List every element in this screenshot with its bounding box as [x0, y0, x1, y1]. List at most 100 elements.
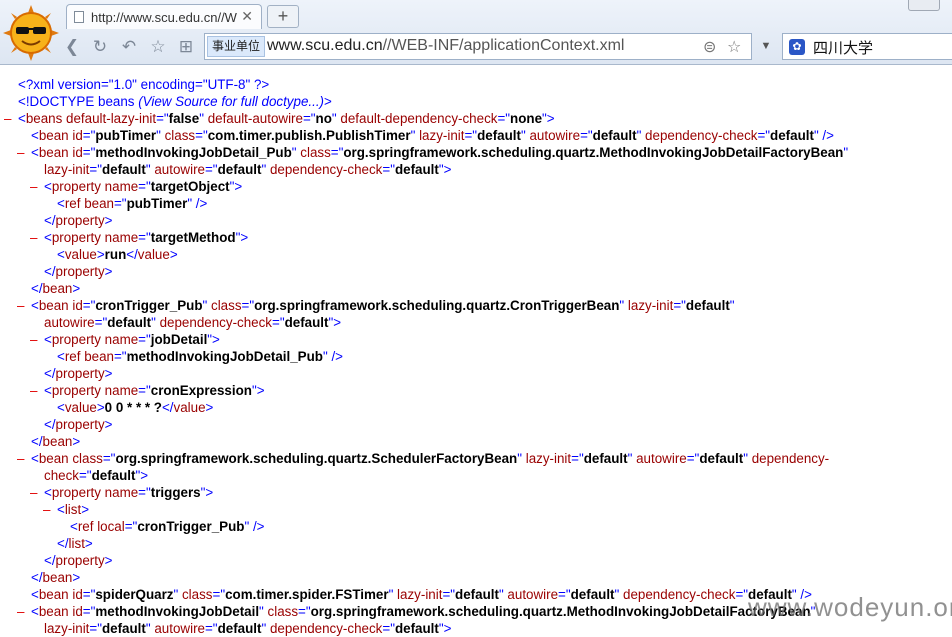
xml-token: < — [44, 485, 52, 500]
xml-token: </ — [44, 213, 56, 228]
xml-token: class — [296, 145, 331, 160]
xml-line: <bean id="pubTimer" class="com.timer.pub… — [31, 127, 834, 144]
xml-line: <ref local="cronTrigger_Pub" /> — [70, 518, 264, 535]
xml-token: default — [394, 162, 439, 177]
xml-token: property — [55, 366, 105, 381]
xml-token: < — [70, 519, 78, 534]
search-input[interactable]: 四川大学 — [813, 37, 873, 58]
xml-token: list — [68, 536, 85, 551]
xml-token: default-autowire — [203, 111, 303, 126]
bookmark-star-icon[interactable]: ☆ — [727, 37, 741, 57]
collapse-toggle[interactable]: – — [43, 501, 50, 518]
menu-icon[interactable] — [908, 0, 940, 11]
collapse-toggle[interactable]: – — [30, 382, 37, 399]
xml-token: dependency-check — [266, 162, 383, 177]
xml-token: =" — [195, 128, 208, 143]
xml-token: =" — [82, 604, 96, 619]
xml-token: </ — [44, 417, 56, 432]
xml-token: < — [31, 451, 39, 466]
compat-mode-icon[interactable]: ⊜ — [703, 37, 716, 57]
xml-token: dependency-check — [155, 315, 273, 330]
xml-token: <?xml version="1.0" encoding="UTF-8" ?> — [18, 77, 270, 92]
apps-grid-icon[interactable]: ⊞ — [176, 37, 196, 57]
xml-token: run — [104, 247, 127, 262]
xml-line: – <property name="cronExpression"> — [30, 382, 265, 399]
xml-token: < — [57, 196, 65, 211]
xml-token: cronTrigger_Pub — [137, 519, 245, 534]
xml-token: bean — [42, 434, 73, 449]
favorite-star-icon[interactable]: ☆ — [148, 37, 168, 57]
xml-token: methodInvokingJobDetail_Pub — [95, 145, 292, 160]
xml-token: =" — [113, 349, 127, 364]
xml-line: </bean> — [31, 433, 80, 450]
xml-token: =" — [138, 332, 151, 347]
xml-token: > — [104, 553, 113, 568]
xml-token: id — [68, 587, 83, 602]
xml-token: autowire — [525, 128, 581, 143]
xml-token: value — [64, 400, 97, 415]
tab-close-icon[interactable]: ✕ — [241, 8, 253, 25]
xml-line: <!DOCTYPE beans (View Source for full do… — [18, 93, 332, 110]
xml-token: "> — [438, 162, 452, 177]
xml-token: bean — [42, 281, 73, 296]
address-bar[interactable]: 事业单位 www.scu.edu.cn//WEB-INF/application… — [204, 33, 752, 60]
collapse-toggle[interactable]: – — [17, 603, 24, 620]
xml-token: =" — [204, 162, 218, 177]
url-path: //WEB-INF/applicationContext.xml — [382, 37, 625, 54]
xml-line: </property> — [44, 263, 113, 280]
xml-token: =" — [138, 383, 151, 398]
address-dropdown-icon[interactable]: ▼ — [756, 33, 776, 60]
xml-token: default-dependency-check — [336, 111, 498, 126]
reload-icon[interactable]: ↻ — [90, 37, 110, 57]
collapse-toggle[interactable]: – — [4, 110, 11, 127]
collapse-toggle[interactable]: – — [30, 229, 37, 246]
xml-token: "> — [328, 315, 342, 330]
xml-token: dependency-check — [619, 587, 736, 602]
collapse-toggle[interactable]: – — [17, 297, 24, 314]
undo-icon[interactable]: ↶ — [119, 37, 139, 57]
xml-token: < — [57, 247, 65, 262]
xml-token: false — [168, 111, 200, 126]
xml-token: lazy-init — [44, 621, 90, 636]
browser-tab[interactable]: http://www.scu.edu.cn//W ✕ — [66, 4, 262, 29]
xml-line: – <property name="targetObject"> — [30, 178, 242, 195]
xml-token: =" — [735, 587, 749, 602]
collapse-toggle[interactable]: – — [30, 331, 37, 348]
xml-token: > — [72, 570, 81, 585]
xml-token: =" — [241, 298, 255, 313]
xml-line: – <property name="jobDetail"> — [30, 331, 220, 348]
collapse-toggle[interactable]: – — [30, 484, 37, 501]
back-icon[interactable]: ❮ — [62, 37, 82, 57]
xml-token: =" — [82, 298, 96, 313]
collapse-toggle[interactable]: – — [30, 178, 37, 195]
xml-token: < — [57, 502, 65, 517]
xml-token: default — [217, 162, 262, 177]
xml-token: com.timer.publish.PublishTimer — [207, 128, 411, 143]
url-text[interactable]: www.scu.edu.cn//WEB-INF/applicationConte… — [267, 37, 624, 55]
collapse-toggle[interactable]: – — [17, 450, 24, 467]
xml-token: > — [104, 213, 113, 228]
xml-token: property — [55, 213, 105, 228]
xml-token: =" — [82, 587, 96, 602]
xml-token: com.timer.spider.FSTimer — [225, 587, 389, 602]
xml-token: > — [324, 94, 332, 109]
xml-token: property — [55, 553, 105, 568]
search-box[interactable]: ✿ 四川大学 — [782, 33, 952, 60]
new-tab-button[interactable]: + — [267, 5, 299, 28]
xml-line: <ref bean="pubTimer" /> — [57, 195, 207, 212]
xml-token: < — [44, 179, 52, 194]
xml-token: autowire — [632, 451, 687, 466]
xml-token: default — [101, 621, 146, 636]
xml-line: </property> — [44, 212, 113, 229]
xml-token: =" — [686, 451, 700, 466]
url-host: www.scu.edu.cn — [267, 37, 383, 54]
xml-token: " — [729, 298, 735, 313]
collapse-toggle[interactable]: – — [17, 144, 24, 161]
watermark: www.wodeyun.org — [748, 592, 952, 622]
xml-token: </ — [126, 247, 138, 262]
xml-token: =" — [138, 179, 151, 194]
xml-token: default — [394, 621, 439, 636]
xml-token: > — [81, 502, 90, 517]
xml-line: – <bean id="cronTrigger_Pub" class="org.… — [17, 297, 735, 314]
xml-token: "> — [438, 621, 452, 636]
